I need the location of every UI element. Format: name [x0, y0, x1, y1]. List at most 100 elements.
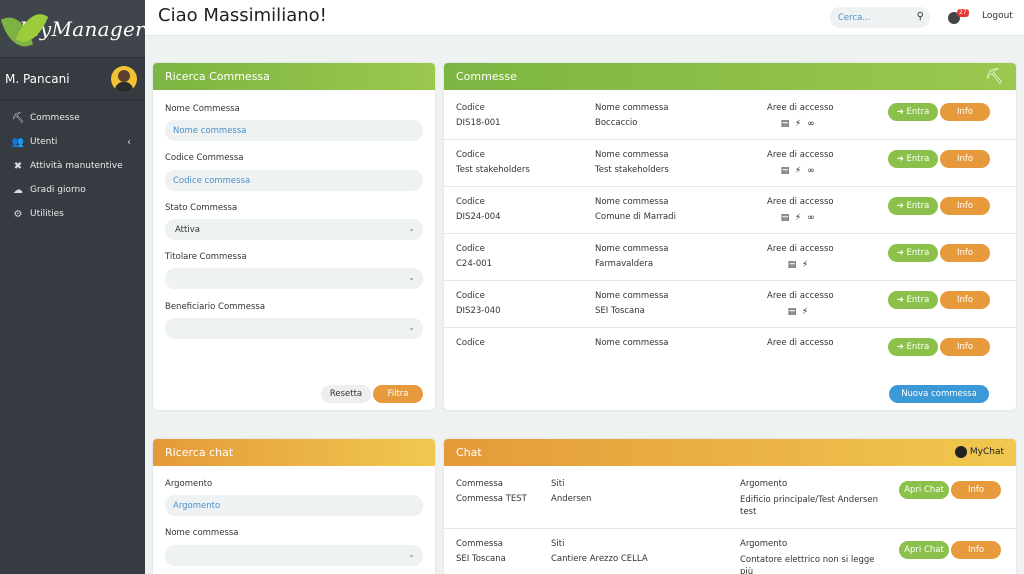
beneficiario-commessa-select[interactable]: ⌄	[165, 318, 423, 339]
ricerca-chat-panel: Ricerca chat Argomento Argomento Nome co…	[153, 439, 435, 574]
notifications[interactable]: 27	[948, 9, 970, 27]
reset-button[interactable]: Resetta	[321, 385, 371, 403]
info-button[interactable]: Info	[951, 481, 1001, 499]
commessa-value: SEI Toscana	[456, 554, 506, 564]
nome-value: Comune di Marradi	[595, 212, 676, 222]
aree-header: Aree di accesso	[767, 244, 834, 254]
panel-header: Chat MyChat	[444, 439, 1016, 466]
gear-icon: ⚙	[13, 208, 23, 220]
table-row: Codice DIS24-004 Nome commessa Comune di Ma…	[444, 187, 1016, 234]
info-button[interactable]: Info	[940, 150, 990, 168]
enter-button[interactable]: ➜ Entra	[888, 291, 938, 309]
aree-header: Aree di accesso	[767, 197, 834, 207]
sidebar-item-utilities[interactable]: ⚙ Utilities	[0, 202, 145, 226]
codice-header: Codice	[456, 338, 485, 348]
leaf-logo-icon	[0, 7, 49, 52]
filter-button[interactable]: Filtra	[373, 385, 423, 403]
table-row: Codice DIS18-001 Nome commessa Boccaccio Are…	[444, 93, 1016, 140]
enter-button[interactable]: ➜ Entra	[888, 197, 938, 215]
search-box[interactable]: ⚲	[830, 7, 930, 28]
nome-header: Nome commessa	[595, 291, 669, 301]
sidebar: MyManager M. Pancani ⛏ Commesse 👥 Utenti…	[0, 0, 145, 574]
sidebar-nav: ⛏ Commesse 👥 Utenti ‹ ✖ Attività manuten…	[0, 100, 145, 226]
avatar[interactable]	[111, 65, 137, 92]
table-row: Codice DIS23-040 Nome commessa SEI Toscana A…	[444, 281, 1016, 328]
sidebar-item-gradi-giorno[interactable]: ☁ Gradi giorno	[0, 178, 145, 202]
notification-badge: 27	[957, 9, 969, 17]
titolare-commessa-select[interactable]: ⌄	[165, 268, 423, 289]
ricerca-commessa-panel: Ricerca Commessa Nome Commessa Nome comm…	[153, 63, 435, 410]
cloud-sun-icon: ☁	[13, 184, 23, 196]
aree-icons: ▤ ⚡	[787, 307, 810, 317]
document-icon: ▤	[787, 260, 797, 270]
codice-commessa-input[interactable]: Codice commessa	[165, 170, 423, 191]
sidebar-item-label: Utenti	[30, 137, 58, 147]
nome-header: Nome commessa	[595, 197, 669, 207]
search-icon[interactable]: ⚲	[917, 11, 924, 22]
info-button[interactable]: Info	[951, 541, 1001, 559]
logout-link[interactable]: Logout	[982, 11, 1013, 21]
argomento-value: Contatore elettrico non si legge più	[740, 555, 875, 574]
document-icon: ▤	[780, 119, 790, 129]
nome-header: Nome commessa	[595, 150, 669, 160]
page-title: Ciao Massimiliano!	[158, 5, 327, 26]
codice-value: Test stakeholders	[456, 165, 530, 175]
chevron-left-icon: ‹	[127, 136, 131, 148]
sidebar-item-utenti[interactable]: 👥 Utenti ‹	[0, 130, 145, 154]
user-profile[interactable]: M. Pancani	[0, 58, 145, 100]
sidebar-item-label: Utilities	[30, 209, 64, 219]
stato-value: Attiva	[175, 224, 200, 235]
enter-button[interactable]: ➜ Entra	[888, 150, 938, 168]
table-row: Codice Test stakeholders Nome commessa Test…	[444, 140, 1016, 187]
info-button[interactable]: Info	[940, 197, 990, 215]
aree-header: Aree di accesso	[767, 150, 834, 160]
aree-header: Aree di accesso	[767, 291, 834, 301]
enter-button[interactable]: ➜ Entra	[888, 103, 938, 121]
codice-value: DIS23-040	[456, 306, 501, 316]
info-button[interactable]: Info	[940, 244, 990, 262]
argomento-input[interactable]: Argomento	[165, 495, 423, 516]
enter-button[interactable]: ➜ Entra	[888, 338, 938, 356]
heartbeat-icon	[954, 446, 967, 458]
panel-title: Commesse	[456, 70, 517, 83]
link-icon: ∞	[807, 119, 815, 129]
nome-commessa-input[interactable]: Nome commessa	[165, 120, 423, 141]
commessa-value: Commessa TEST	[456, 494, 527, 504]
sidebar-item-label: Gradi giorno	[30, 185, 86, 195]
argomento-header: Argomento	[740, 479, 788, 489]
document-icon: ▤	[780, 166, 790, 176]
info-button[interactable]: Info	[940, 291, 990, 309]
plug-icon: ⚡	[794, 213, 802, 223]
topbar: Ciao Massimiliano! ⚲ 27 Logout	[145, 0, 1024, 36]
table-row: Commessa Commessa TEST Siti Andersen Argomen…	[444, 469, 1016, 529]
brand[interactable]: MyManager	[0, 0, 145, 58]
chevron-down-icon: ⌄	[408, 550, 415, 559]
aree-icons: ▤ ⚡ ∞	[780, 213, 816, 223]
sidebar-item-attivita[interactable]: ✖ Attività manutentive	[0, 154, 145, 178]
nome-commessa-select[interactable]: ⌄	[165, 545, 423, 566]
commesse-list: Codice DIS18-001 Nome commessa Boccaccio Are…	[444, 93, 1016, 357]
search-input[interactable]	[838, 12, 910, 23]
beneficiario-commessa-label: Beneficiario Commessa	[165, 302, 266, 312]
codice-header: Codice	[456, 291, 485, 301]
stato-commessa-select[interactable]: Attiva ⌄	[165, 219, 423, 240]
argomento-label: Argomento	[165, 479, 213, 489]
aree-icons: ▤ ⚡	[787, 260, 810, 270]
siti-header: Siti	[551, 479, 565, 489]
argomento-header: Argomento	[740, 539, 788, 549]
codice-value: DIS18-001	[456, 118, 501, 128]
sidebar-item-label: Commesse	[30, 113, 80, 123]
info-button[interactable]: Info	[940, 338, 990, 356]
commessa-header: Commessa	[456, 479, 503, 489]
info-button[interactable]: Info	[940, 103, 990, 121]
panel-title: Chat	[456, 446, 482, 459]
enter-button[interactable]: ➜ Entra	[888, 244, 938, 262]
open-chat-button[interactable]: Apri Chat	[899, 481, 949, 499]
new-commessa-button[interactable]: Nuova commessa	[889, 385, 989, 403]
titolare-commessa-label: Titolare Commessa	[165, 252, 247, 262]
chevron-down-icon: ⌄	[408, 273, 415, 282]
sidebar-item-commesse[interactable]: ⛏ Commesse	[0, 106, 145, 130]
link-icon: ∞	[807, 213, 815, 223]
stato-commessa-label: Stato Commessa	[165, 203, 238, 213]
open-chat-button[interactable]: Apri Chat	[899, 541, 949, 559]
